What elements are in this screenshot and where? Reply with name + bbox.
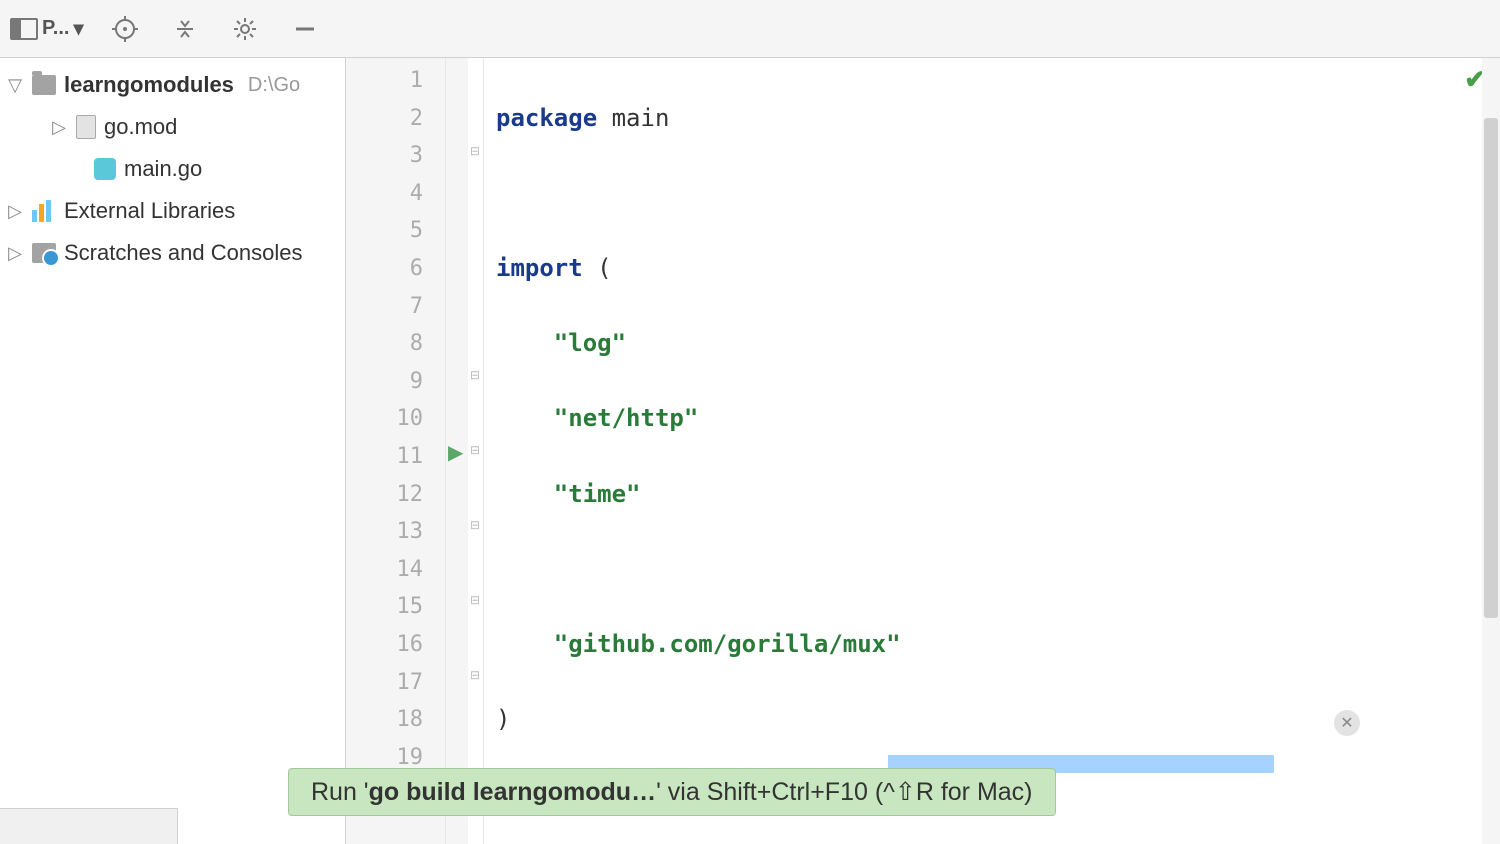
external-label: External Libraries: [64, 198, 235, 224]
file-name: go.mod: [104, 114, 177, 140]
line-number: 9: [346, 363, 423, 401]
panel-icon: [10, 18, 38, 40]
run-icon[interactable]: ▶: [448, 440, 463, 465]
target-icon: [112, 16, 138, 42]
tree-root[interactable]: ▽ learngomodules D:\Go: [0, 64, 345, 106]
line-number: 11: [346, 438, 423, 476]
line-number: 15: [346, 588, 423, 626]
fold-gutter: ⊟ ⊟ ⊟ ⊟ ⊟ ⊟: [468, 58, 484, 844]
line-number: 1: [346, 62, 423, 100]
scratches-label: Scratches and Consoles: [64, 240, 302, 266]
main-area: ▽ learngomodules D:\Go ▷ go.mod main.go …: [0, 58, 1500, 844]
line-number: 3: [346, 137, 423, 175]
line-number: 17: [346, 664, 423, 702]
line-number: 13: [346, 513, 423, 551]
hint-bold: go build learngomodu…: [369, 778, 656, 807]
line-number: 10: [346, 400, 423, 438]
root-path: D:\Go: [248, 74, 300, 97]
settings-button[interactable]: [227, 11, 263, 47]
file-name: main.go: [124, 156, 202, 182]
hint-prefix: Run ': [311, 778, 369, 807]
collapse-button[interactable]: [167, 11, 203, 47]
line-number: 2: [346, 100, 423, 138]
run-gutter: ▶: [446, 58, 468, 844]
line-gutter: 1 2 3 4 5 6 7 8 9 10 11 12 13 14 15 16 1…: [346, 58, 446, 844]
line-number: 4: [346, 175, 423, 213]
go-file-icon: [94, 158, 116, 180]
tree-external-libs[interactable]: ▷ External Libraries: [0, 190, 345, 232]
minimize-icon: [294, 18, 316, 40]
chevron-down-icon: ▽: [6, 75, 24, 96]
minimize-button[interactable]: [287, 11, 323, 47]
chevron-down-icon: ▾: [73, 16, 83, 41]
scrollbar-thumb[interactable]: [1484, 118, 1498, 618]
fold-icon[interactable]: ⊟: [470, 144, 480, 158]
chevron-right-icon: ▷: [6, 243, 24, 264]
folder-icon: [32, 75, 56, 95]
tree-scratches[interactable]: ▷ Scratches and Consoles: [0, 232, 345, 274]
gear-icon: [232, 16, 258, 42]
line-number: 12: [346, 476, 423, 514]
hint-close-button[interactable]: ✕: [1334, 710, 1360, 736]
project-tree[interactable]: ▽ learngomodules D:\Go ▷ go.mod main.go …: [0, 58, 346, 844]
tree-file[interactable]: main.go: [0, 148, 345, 190]
line-number: 18: [346, 701, 423, 739]
target-button[interactable]: [107, 11, 143, 47]
library-icon: [32, 200, 56, 222]
fold-icon[interactable]: ⊟: [470, 368, 480, 382]
line-number: 5: [346, 212, 423, 250]
scratches-icon: [32, 243, 56, 263]
line-number: 6: [346, 250, 423, 288]
fold-icon[interactable]: ⊟: [470, 593, 480, 607]
project-label: P...: [42, 17, 69, 40]
project-selector[interactable]: P... ▾: [10, 16, 83, 41]
line-number: 8: [346, 325, 423, 363]
editor[interactable]: 1 2 3 4 5 6 7 8 9 10 11 12 13 14 15 16 1…: [346, 58, 1500, 844]
tree-file[interactable]: ▷ go.mod: [0, 106, 345, 148]
vertical-scrollbar[interactable]: [1482, 58, 1500, 844]
root-name: learngomodules: [64, 72, 234, 98]
run-hint-tooltip: Run 'go build learngomodu…' via Shift+Ct…: [288, 768, 1056, 816]
fold-icon[interactable]: ⊟: [470, 443, 480, 457]
bottom-bar: [0, 808, 178, 844]
toolbar: P... ▾: [0, 0, 1500, 58]
fold-icon[interactable]: ⊟: [470, 518, 480, 532]
line-number: 14: [346, 551, 423, 589]
fold-icon[interactable]: ⊟: [470, 668, 480, 682]
collapse-icon: [173, 17, 197, 41]
hint-suffix: ' via Shift+Ctrl+F10 (^⇧R for Mac): [656, 777, 1032, 807]
line-number: 16: [346, 626, 423, 664]
chevron-right-icon: ▷: [50, 117, 68, 138]
file-icon: [76, 115, 96, 139]
line-number: 7: [346, 288, 423, 326]
chevron-right-icon: ▷: [6, 201, 24, 222]
